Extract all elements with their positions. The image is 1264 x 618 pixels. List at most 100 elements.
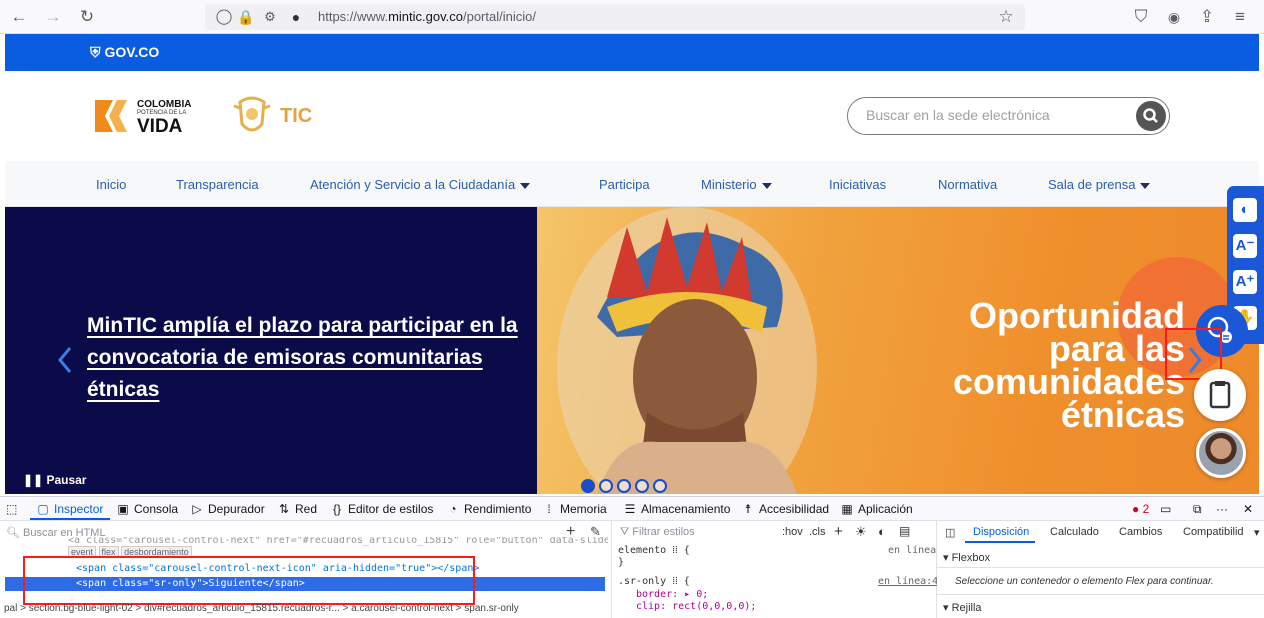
application-icon: ▦ — [841, 502, 853, 516]
site-search[interactable] — [847, 97, 1170, 135]
tab-label: Inspector — [54, 502, 104, 516]
nav-label: Ministerio — [701, 177, 757, 192]
rule-selector[interactable]: .sr-only — [618, 576, 666, 587]
tab-storage[interactable]: ☰ Almacenamiento — [623, 502, 731, 516]
tab-computed[interactable]: Calculado — [1050, 526, 1099, 538]
tab-memory[interactable]: ⁞ Memoria — [542, 502, 606, 516]
print-icon[interactable]: ▤ — [899, 524, 910, 538]
breadcrumb[interactable]: pal > section.bg-blue-light-02 > div#rec… — [4, 603, 604, 614]
permissions-icon[interactable]: ⚙ — [259, 6, 281, 28]
url-text[interactable]: https://www.mintic.gov.co/portal/inicio/ — [318, 9, 536, 24]
dark-mode-icon[interactable]: ◐ — [878, 524, 886, 539]
rule-source[interactable]: en línea:4 — [878, 576, 938, 587]
collapse-icon: ▾ — [943, 552, 952, 564]
pocket-icon[interactable]: ⛉ — [1130, 6, 1152, 28]
nav-item-atencion[interactable]: Atención y Servicio a la Ciudadanía — [310, 177, 531, 192]
contrast-icon[interactable]: ◐ — [1233, 198, 1257, 222]
tab-layout[interactable]: Disposición — [973, 526, 1029, 538]
filter-styles[interactable]: ⛛ Filtrar estilos — [620, 526, 695, 539]
tab-network[interactable]: ⇅ Red — [277, 502, 317, 516]
menu-icon[interactable]: ≡ — [1229, 6, 1251, 28]
pause-icon: ❚❚ — [23, 473, 47, 487]
nav-item-sala-de-prensa[interactable]: Sala de prensa — [1048, 177, 1151, 192]
inspector-icon: ▢ — [37, 502, 49, 516]
flexbox-title: Flexbox — [951, 552, 991, 564]
save-button[interactable] — [1194, 369, 1246, 421]
avatar[interactable] — [1196, 428, 1246, 478]
rules-panel: ⛛ Filtrar estilos :hov .cls + ☀ ◐ ▤ elem… — [612, 521, 938, 618]
extensions-icon[interactable]: ⇪ — [1196, 6, 1218, 28]
error-badge[interactable]: ● 2 — [1132, 502, 1149, 516]
pick-element-icon[interactable]: ⬚ — [6, 502, 17, 516]
reload-icon[interactable]: ↻ — [76, 6, 98, 28]
carousel-indicator-active[interactable] — [581, 479, 595, 493]
more-options-icon[interactable]: ··· — [1216, 502, 1228, 516]
grid-section-header[interactable]: ▾ Rejilla — [943, 601, 982, 614]
news-carousel: MinTIC amplía el plazo para participar e… — [5, 207, 1259, 494]
tab-accessibility[interactable]: ☨ Accesibilidad — [741, 502, 829, 516]
slide-headline-link[interactable]: MinTIC amplía el plazo para participar e… — [87, 310, 527, 406]
gov-logo-text: GOV.CO — [104, 44, 160, 60]
nav-item-normativa[interactable]: Normativa — [938, 177, 997, 192]
carousel-indicator[interactable] — [653, 479, 667, 493]
font-decrease-icon[interactable]: A⁻ — [1233, 234, 1257, 258]
font-increase-icon[interactable]: A⁺ — [1233, 270, 1257, 294]
account-icon[interactable]: ◉ — [1163, 6, 1185, 28]
split-console-icon[interactable]: ⧉ — [1193, 502, 1202, 517]
nav-item-inicio[interactable]: Inicio — [96, 177, 126, 192]
css-prop-border[interactable]: border: ▸ 0; — [636, 589, 708, 600]
hov-toggle[interactable]: :hov — [782, 526, 803, 538]
tab-label: Almacenamiento — [641, 502, 731, 516]
lock-icon[interactable]: 🔒 — [235, 6, 257, 28]
nav-item-ministerio[interactable]: Ministerio — [701, 177, 772, 192]
rule-selector[interactable]: elemento — [618, 545, 666, 556]
nav-item-participa[interactable]: Participa — [599, 177, 650, 192]
tic-logo[interactable]: TIC — [230, 94, 325, 139]
css-prop-clip[interactable]: clip: rect(0,0,0,0); — [636, 601, 756, 612]
back-arrow-icon[interactable]: ← — [8, 6, 30, 28]
site-header: COLOMBIA POTENCIA DE LA VIDA TIC — [5, 71, 1259, 161]
console-icon: ▣ — [117, 502, 129, 516]
dock-icon[interactable]: ▭ — [1160, 502, 1171, 516]
colombia-potencia-logo[interactable]: COLOMBIA POTENCIA DE LA VIDA — [91, 96, 206, 137]
layout-tab-indicator — [965, 541, 1035, 543]
tab-label: Rendimiento — [464, 502, 532, 516]
address-bar[interactable]: ◯ 🔒 ⚙ ● https://www.mintic.gov.co/portal… — [205, 4, 1025, 30]
tab-inspector[interactable]: ▢ Inspector — [36, 502, 103, 516]
add-rule-icon[interactable]: + — [834, 523, 843, 540]
layout-toggle-icon[interactable]: ◫ — [945, 526, 955, 539]
tab-changes[interactable]: Cambios — [1119, 526, 1162, 538]
search-button[interactable] — [1136, 101, 1166, 131]
tab-debugger[interactable]: ▷ Depurador — [190, 502, 264, 516]
bookmark-star-icon[interactable]: ☆ — [995, 6, 1017, 28]
forward-arrow-icon[interactable]: → — [42, 6, 64, 28]
flexbox-message: Seleccione un contenedor o elemento Flex… — [955, 576, 1214, 587]
error-count: 2 — [1142, 502, 1150, 516]
nav-item-iniciativas[interactable]: Iniciativas — [829, 177, 886, 192]
carousel-indicator[interactable] — [635, 479, 649, 493]
rule-source[interactable]: en línea — [888, 545, 936, 556]
cls-toggle[interactable]: .cls — [809, 526, 826, 538]
flexbox-section-header[interactable]: ▾ Flexbox — [943, 551, 990, 564]
brand-line3: VIDA — [137, 116, 183, 137]
light-mode-icon[interactable]: ☀ — [855, 524, 867, 540]
carousel-indicator[interactable] — [599, 479, 613, 493]
devtools-toolbar: ⬚ ▢ Inspector ▣ Consola ▷ Depurador ⇅ Red {}… — [0, 496, 1264, 521]
search-input[interactable] — [866, 107, 1116, 123]
pause-button[interactable]: ❚❚ Pausar — [23, 473, 86, 487]
gov-logo[interactable]: ⛨ GOV.CO — [90, 44, 159, 61]
carousel-prev-arrow-icon[interactable] — [55, 345, 75, 375]
carousel-indicator[interactable] — [617, 479, 631, 493]
accessibility-icon: ☨ — [744, 502, 752, 516]
nav-label: Participa — [599, 177, 650, 192]
tab-style-editor[interactable]: {} Editor de estilos — [330, 502, 433, 516]
url-path: /portal/inicio/ — [462, 9, 536, 24]
close-devtools-icon[interactable]: ✕ — [1243, 502, 1253, 516]
tab-console[interactable]: ▣ Consola — [116, 502, 178, 516]
tab-performance[interactable]: ◔ Rendimiento — [446, 502, 531, 516]
tab-application[interactable]: ▦ Aplicación — [840, 502, 912, 516]
shield-icon[interactable]: ◯ — [213, 6, 235, 28]
tab-compatibility[interactable]: Compatibilid — [1183, 526, 1253, 538]
nav-item-transparencia[interactable]: Transparencia — [176, 177, 259, 192]
chevron-down-icon[interactable]: ▾ — [1254, 526, 1260, 539]
